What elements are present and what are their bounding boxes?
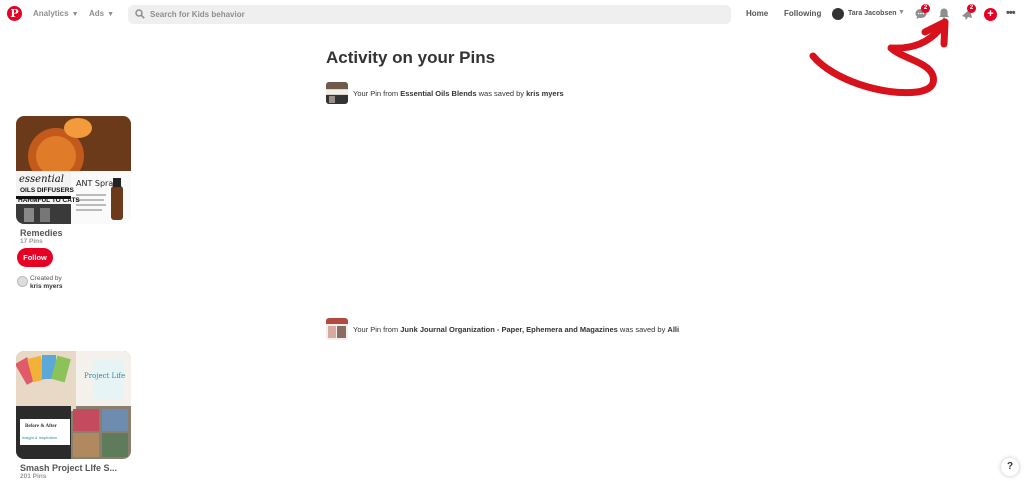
create-plus-button[interactable]: + [984, 8, 997, 21]
board-card[interactable]: essential OILS DIFFUSERS HARMFUL TO CATS… [16, 116, 132, 296]
notifications-badge: 2 [967, 4, 976, 13]
board-cover[interactable]: Project Life Before & After Insight & In… [16, 351, 131, 459]
board-link[interactable]: Junk Journal Organization - Paper, Ephem… [400, 325, 618, 334]
cover-script-text: essential [19, 174, 64, 185]
board-cover-image: Project Life Before & After Insight & In… [16, 351, 131, 459]
board-name[interactable]: Smash Project LIfe S... [20, 463, 117, 473]
home-link[interactable]: Home [746, 9, 768, 18]
user-link[interactable]: Alli [667, 325, 679, 334]
cover-text-line-1: OILS DIFFUSERS [20, 187, 74, 194]
board-name[interactable]: Remedies [20, 228, 63, 238]
page-title: Activity on your Pins [326, 48, 496, 67]
pin-count: 17 Pins [20, 238, 43, 245]
help-button[interactable]: ? [1001, 458, 1019, 476]
created-by-label: Created by [30, 275, 62, 282]
follow-button[interactable]: Follow [17, 248, 53, 267]
activity-item[interactable]: Your Pin from Essential Oils Blends was … [326, 82, 626, 104]
pin-thumbnail[interactable] [326, 82, 348, 104]
more-options-icon[interactable]: ••• [1006, 7, 1016, 19]
board-link[interactable]: Essential Oils Blends [400, 89, 476, 98]
pin-count: 201 Pins [20, 473, 47, 480]
ads-dropdown[interactable]: Ads ▼ [89, 9, 114, 18]
activity-text: Your Pin from Essential Oils Blends was … [353, 89, 564, 98]
cover-text-line-2: HARMFUL TO CATS [18, 197, 80, 204]
search-input[interactable]: Search for Kids behavior [128, 5, 731, 24]
following-link[interactable]: Following [784, 9, 821, 18]
cover-text-line-2: Before & After [25, 424, 58, 429]
creator-name[interactable]: kris myers [30, 283, 63, 290]
chevron-down-icon: ▼ [71, 11, 79, 18]
search-icon [135, 9, 145, 19]
cover-text-line-1: Project Life [84, 372, 125, 380]
ads-label: Ads [89, 9, 105, 18]
board-cover-image: essential OILS DIFFUSERS HARMFUL TO CATS… [16, 116, 131, 224]
cover-text-line-3: ANT Spray [76, 179, 118, 188]
analytics-dropdown[interactable]: Analytics ▼ [33, 9, 79, 18]
chevron-down-icon[interactable]: ▼ [898, 9, 905, 16]
pin-thumbnail[interactable] [326, 318, 348, 340]
board-cover[interactable]: essential OILS DIFFUSERS HARMFUL TO CATS… [16, 116, 131, 224]
user-name[interactable]: Tara Jacobsen [848, 10, 897, 17]
pinterest-logo[interactable]: P [7, 6, 22, 21]
creator-avatar[interactable] [17, 276, 28, 287]
activity-item[interactable]: Your Pin from Junk Journal Organization … [326, 318, 726, 340]
user-link[interactable]: kris myers [526, 89, 564, 98]
chevron-down-icon: ▼ [107, 11, 115, 18]
search-placeholder: Search for Kids behavior [150, 10, 245, 19]
cover-text-line-3: Insight & Inspiration [22, 435, 57, 440]
red-arrow-annotation [809, 18, 949, 97]
board-card[interactable]: Project Life Before & After Insight & In… [16, 351, 132, 481]
activity-text: Your Pin from Junk Journal Organization … [353, 325, 680, 334]
analytics-label: Analytics [33, 9, 69, 18]
messages-badge: 2 [921, 4, 930, 13]
